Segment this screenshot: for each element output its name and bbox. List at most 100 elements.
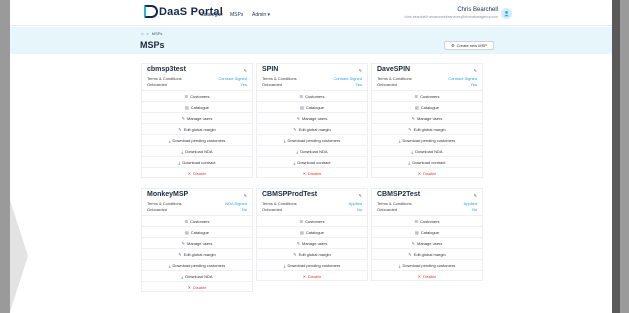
action-download-pending-customers[interactable]: ⤓ Download pending customers	[372, 259, 482, 270]
action-catalogue[interactable]: ▤ Catalogue	[257, 226, 367, 237]
catalogue-icon: ▤	[184, 104, 189, 110]
action-label: Disable	[193, 170, 207, 176]
side-shadow	[10, 200, 28, 312]
action-disable[interactable]: ✕ Disable	[142, 281, 252, 292]
nav-catalogue[interactable]: Catalogue	[200, 12, 223, 18]
action-download-pending-customers[interactable]: ⤓ Download pending customers	[257, 134, 367, 145]
msp-name: CBMSPProdTest	[262, 191, 318, 198]
action-download-pending-customers[interactable]: ⤓ Download pending customers	[372, 134, 482, 145]
action-customers[interactable]: ☰ Customers	[257, 215, 367, 226]
onboarded-label: Onboarded	[147, 207, 168, 212]
action-download-pending-customers[interactable]: ⤓ Download pending customers	[142, 259, 252, 270]
avatar[interactable]	[501, 8, 512, 19]
home-icon[interactable]: ⌂	[141, 31, 143, 36]
action-label: Customers	[420, 218, 440, 224]
onboarded-status: Yes	[355, 82, 362, 87]
action-label: Download pending customers	[402, 262, 456, 268]
action-catalogue[interactable]: ▤ Catalogue	[372, 101, 482, 112]
action-download-pending-customers[interactable]: ⤓ Download pending customers	[257, 259, 367, 270]
action-catalogue[interactable]: ▤ Catalogue	[372, 226, 482, 237]
user-name: Chris Bearchell	[457, 7, 498, 13]
edit-icon[interactable]: ✎	[359, 68, 362, 73]
action-label: Disable	[423, 170, 437, 176]
edit-icon[interactable]: ✎	[474, 68, 477, 73]
onboarded-label: Onboarded	[147, 82, 168, 87]
action-label: Edit global margin	[183, 126, 216, 132]
action-label: Customers	[190, 93, 210, 99]
action-customers[interactable]: ☰ Customers	[372, 90, 482, 101]
msp-name: MonkeyMSP	[147, 191, 189, 198]
action-customers[interactable]: ☰ Customers	[372, 215, 482, 226]
action-disable[interactable]: ✕ Disable	[372, 270, 482, 281]
action-manage-users[interactable]: ✎ Manage users	[142, 237, 252, 248]
close-icon: ✕	[187, 170, 191, 176]
action-list: ☰ Customers ▤ Catalogue ✎ Manage users ✎ Edit g…	[372, 90, 482, 178]
action-download-nda[interactable]: ⤓ Download NDA	[372, 145, 482, 156]
action-catalogue[interactable]: ▤ Catalogue	[257, 101, 367, 112]
list-icon: ☰	[299, 218, 304, 224]
action-edit-global-margin[interactable]: ✎ Edit global margin	[257, 248, 367, 259]
nav-admin[interactable]: Admin ▾	[252, 12, 270, 18]
action-download-contract[interactable]: ⤓ Download contract	[257, 156, 367, 167]
action-catalogue[interactable]: ▤ Catalogue	[142, 226, 252, 237]
edit-icon[interactable]: ✎	[359, 193, 362, 198]
edit-icon[interactable]: ✎	[244, 193, 247, 198]
edit-icon: ✎	[293, 126, 297, 132]
action-disable[interactable]: ✕ Disable	[257, 167, 367, 178]
action-manage-users[interactable]: ✎ Manage users	[142, 112, 252, 123]
download-icon: ⤓	[296, 148, 299, 154]
action-edit-global-margin[interactable]: ✎ Edit global margin	[372, 123, 482, 134]
action-manage-users[interactable]: ✎ Manage users	[257, 237, 367, 248]
action-disable[interactable]: ✕ Disable	[142, 167, 252, 178]
action-edit-global-margin[interactable]: ✎ Edit global margin	[372, 248, 482, 259]
action-label: Edit global margin	[183, 251, 216, 257]
action-catalogue[interactable]: ▤ Catalogue	[142, 101, 252, 112]
action-manage-users[interactable]: ✎ Manage users	[257, 112, 367, 123]
action-label: Download NDA	[415, 148, 443, 154]
action-label: Customers	[305, 93, 325, 99]
action-download-contract[interactable]: ⤓ Download contract	[142, 156, 252, 167]
action-customers[interactable]: ☰ Customers	[142, 90, 252, 101]
action-manage-users[interactable]: ✎ Manage users	[372, 237, 482, 248]
action-download-pending-customers[interactable]: ⤓ Download pending customers	[142, 134, 252, 145]
action-download-nda[interactable]: ⤓ Download NDA	[257, 145, 367, 156]
action-edit-global-margin[interactable]: ✎ Edit global margin	[142, 123, 252, 134]
msp-name: cbmsp3test	[147, 66, 186, 73]
download-icon: ⤓	[181, 148, 184, 154]
edit-icon[interactable]: ✎	[474, 193, 477, 198]
action-download-contract[interactable]: ⤓ Download contract	[372, 156, 482, 167]
edit-icon[interactable]: ✎	[244, 68, 247, 73]
action-manage-users[interactable]: ✎ Manage users	[372, 112, 482, 123]
logo-mark-icon	[144, 5, 158, 18]
page-header	[10, 27, 620, 54]
action-disable[interactable]: ✕ Disable	[257, 270, 367, 281]
nav-msps[interactable]: MSPs	[230, 12, 243, 18]
terms-status: Contract Signed	[333, 76, 362, 81]
user-info[interactable]: Chris Bearchell chris.bearchell+amazonwe…	[404, 7, 498, 19]
list-icon: ☰	[414, 218, 419, 224]
action-customers[interactable]: ☰ Customers	[257, 90, 367, 101]
action-label: Manage users	[417, 115, 443, 121]
close-icon: ✕	[417, 170, 421, 176]
action-download-nda[interactable]: ⤓ Download NDA	[142, 270, 252, 281]
scrollbar[interactable]	[612, 0, 620, 313]
action-edit-global-margin[interactable]: ✎ Edit global margin	[142, 248, 252, 259]
edit-icon: ✎	[178, 126, 182, 132]
breadcrumb-current[interactable]: MSPs	[152, 31, 163, 36]
action-label: Catalogue	[420, 229, 440, 235]
action-disable[interactable]: ✕ Disable	[372, 167, 482, 178]
terms-label: Terms & Conditions	[377, 201, 412, 206]
catalogue-icon: ▤	[184, 229, 189, 235]
onboarded-status: No	[356, 207, 362, 212]
browser-window: DaaS Portal Catalogue MSPs Admin ▾ Chris…	[10, 0, 620, 313]
onboarded-label: Onboarded	[262, 207, 283, 212]
action-customers[interactable]: ☰ Customers	[142, 215, 252, 226]
msp-card: CBMSP2Test ✎ Terms & Conditions Onboarded Ap…	[371, 188, 483, 281]
terms-label: Terms & Conditions	[262, 201, 297, 206]
action-label: Disable	[193, 284, 207, 290]
action-edit-global-margin[interactable]: ✎ Edit global margin	[257, 123, 367, 134]
action-download-nda[interactable]: ⤓ Download NDA	[142, 145, 252, 156]
msp-name: CBMSP2Test	[377, 191, 421, 198]
msp-card: cbmsp3test ✎ Terms & Conditions Onboarded Co…	[141, 63, 253, 178]
create-msp-button[interactable]: ⚙ Create new MSP	[444, 41, 494, 50]
